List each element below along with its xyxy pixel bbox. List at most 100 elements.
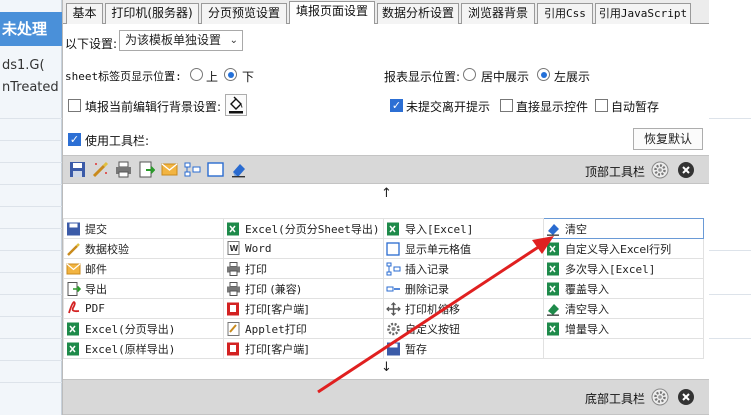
report-position-center-radio[interactable] <box>463 68 476 81</box>
item-label: 导入[Excel] <box>405 222 474 236</box>
list-item[interactable]: 数据校验 <box>63 238 224 259</box>
report-position-left-radio[interactable] <box>537 68 550 81</box>
direct-show-widget-checkbox[interactable] <box>500 99 513 112</box>
close-icon[interactable] <box>677 161 695 179</box>
top-toolbar-label: 顶部工具栏 <box>585 165 646 179</box>
printer-icon <box>226 281 241 296</box>
move-down-arrow-icon[interactable]: ↓ <box>381 360 392 375</box>
list-item[interactable]: 暂存 <box>383 338 544 359</box>
word-icon: W <box>226 240 241 255</box>
tab-page-preview-settings[interactable]: 分页预览设置 <box>201 3 287 24</box>
unsubmitted-leave-prompt-checkbox[interactable]: ✓ <box>390 99 403 112</box>
list-item[interactable]: 自定义导入Excel行列 <box>543 238 704 259</box>
list-item[interactable]: 自定义按钮 <box>383 318 544 339</box>
list-item[interactable]: 插入记录 <box>383 258 544 279</box>
list-item[interactable]: Excel(原样导出) <box>63 338 224 359</box>
tab-data-analysis-settings[interactable]: 数据分析设置 <box>377 3 459 24</box>
item-label: Applet打印 <box>245 322 307 336</box>
list-item[interactable]: PDF <box>63 298 224 319</box>
eraser-icon[interactable] <box>230 161 247 178</box>
excel-icon <box>226 222 241 236</box>
gear-icon[interactable] <box>651 161 669 179</box>
move-up-arrow-icon[interactable]: ↑ <box>381 186 392 201</box>
gear-icon[interactable] <box>651 388 669 406</box>
item-label: 打印[客户端] <box>245 302 309 316</box>
use-toolbar-label: 使用工具栏: <box>85 134 150 148</box>
list-item[interactable]: Applet打印 <box>223 318 384 339</box>
background-color-picker-button[interactable] <box>225 94 247 116</box>
validate-icon[interactable] <box>92 161 109 178</box>
tab-basic[interactable]: 基本 <box>66 3 103 24</box>
scope-label: 以下设置: <box>65 37 118 51</box>
screenshot: 未处理 ds1.G( nTreated 基本 打印机(服务器) 分页预览设置 填… <box>0 0 751 415</box>
item-label: 数据校验 <box>85 242 129 256</box>
eraser-icon <box>546 302 561 316</box>
list-item[interactable]: 提交 <box>63 218 224 239</box>
sheet-position-bottom-radio[interactable] <box>224 68 237 81</box>
sheet-position-top-label: 上 <box>206 70 219 84</box>
background-text-line-2: nTreated <box>2 80 59 95</box>
item-label: 显示单元格值 <box>405 242 471 256</box>
tab-browser-background[interactable]: 浏览器背景 <box>461 3 535 24</box>
list-item <box>543 338 704 359</box>
list-item[interactable]: 打印机缩移 <box>383 298 544 319</box>
item-label: 覆盖导入 <box>565 282 609 296</box>
autosave-checkbox[interactable] <box>595 99 608 112</box>
item-label: 打印机缩移 <box>405 302 460 316</box>
scope-select[interactable]: 为该模板单独设置 ⌄ <box>119 30 243 51</box>
mail-icon[interactable] <box>161 161 178 178</box>
list-item[interactable]: 导入[Excel] <box>383 218 544 239</box>
export-icon[interactable] <box>138 161 155 178</box>
background-gridline <box>0 316 62 317</box>
list-item[interactable]: 增量导入 <box>543 318 704 339</box>
restore-default-button[interactable]: 恢复默认 <box>633 128 703 150</box>
sheet-position-top-radio[interactable] <box>190 68 203 81</box>
list-item[interactable]: 打印 <box>223 258 384 279</box>
background-gridline <box>0 360 62 361</box>
list-item[interactable]: Excel(分页分Sheet导出) <box>223 218 384 239</box>
tab-printer-server[interactable]: 打印机(服务器) <box>105 3 199 24</box>
unsubmitted-leave-prompt-label: 未提交离开提示 <box>406 100 491 114</box>
background-right-pane <box>708 0 751 415</box>
item-label: 清空 <box>565 222 587 236</box>
list-item[interactable]: 邮件 <box>63 258 224 279</box>
background-report-pane: 未处理 ds1.G( nTreated <box>0 0 62 415</box>
use-toolbar-checkbox[interactable]: ✓ <box>68 133 81 146</box>
item-label: Excel(分页导出) <box>85 322 176 336</box>
tab-reference-css[interactable]: 引用Css <box>537 3 593 24</box>
save-icon <box>66 222 81 236</box>
blank-frame-icon[interactable] <box>207 161 224 178</box>
template-settings-dialog: 基本 打印机(服务器) 分页预览设置 填报页面设置 数据分析设置 浏览器背景 引… <box>62 0 709 415</box>
list-item[interactable]: 打印[客户端] <box>223 338 384 359</box>
printer-icon[interactable] <box>115 161 132 178</box>
save-icon[interactable] <box>69 161 86 178</box>
list-item[interactable]: W Word <box>223 238 384 259</box>
tab-fill-page-settings[interactable]: 填报页面设置 <box>289 1 375 25</box>
close-icon[interactable] <box>677 388 695 406</box>
move-icon <box>386 301 401 316</box>
item-label: 增量导入 <box>565 322 609 336</box>
table-row: PDF 打印[客户端] 打印机缩移 清空导入 <box>63 298 704 319</box>
list-item[interactable]: 导出 <box>63 278 224 299</box>
eraser-icon <box>546 222 561 236</box>
item-label: 自定义按钮 <box>405 322 460 336</box>
report-position-label: 报表显示位置: <box>384 70 461 84</box>
fill-row-background-checkbox[interactable] <box>68 99 81 112</box>
sheet-position-label: sheet标签页显示位置: <box>65 70 182 83</box>
insert-row-icon[interactable] <box>184 161 201 178</box>
item-label: 自定义导入Excel行列 <box>565 242 672 256</box>
table-row: 邮件 打印 插入记录 多次导入[Excel] <box>63 258 704 279</box>
background-gridline <box>708 250 751 251</box>
list-item[interactable]: 清空导入 <box>543 298 704 319</box>
list-item[interactable]: 打印[客户端] <box>223 298 384 319</box>
list-item[interactable]: 显示单元格值 <box>383 238 544 259</box>
list-item[interactable]: 删除记录 <box>383 278 544 299</box>
validate-icon <box>66 242 81 256</box>
fill-row-background-label: 填报当前编辑行背景设置: <box>85 100 222 114</box>
list-item[interactable]: 清空 <box>543 218 704 239</box>
list-item[interactable]: 多次导入[Excel] <box>543 258 704 279</box>
list-item[interactable]: 打印 (兼容) <box>223 278 384 299</box>
list-item[interactable]: Excel(分页导出) <box>63 318 224 339</box>
list-item[interactable]: 覆盖导入 <box>543 278 704 299</box>
tab-reference-javascript[interactable]: 引用JavaScript <box>595 3 691 24</box>
